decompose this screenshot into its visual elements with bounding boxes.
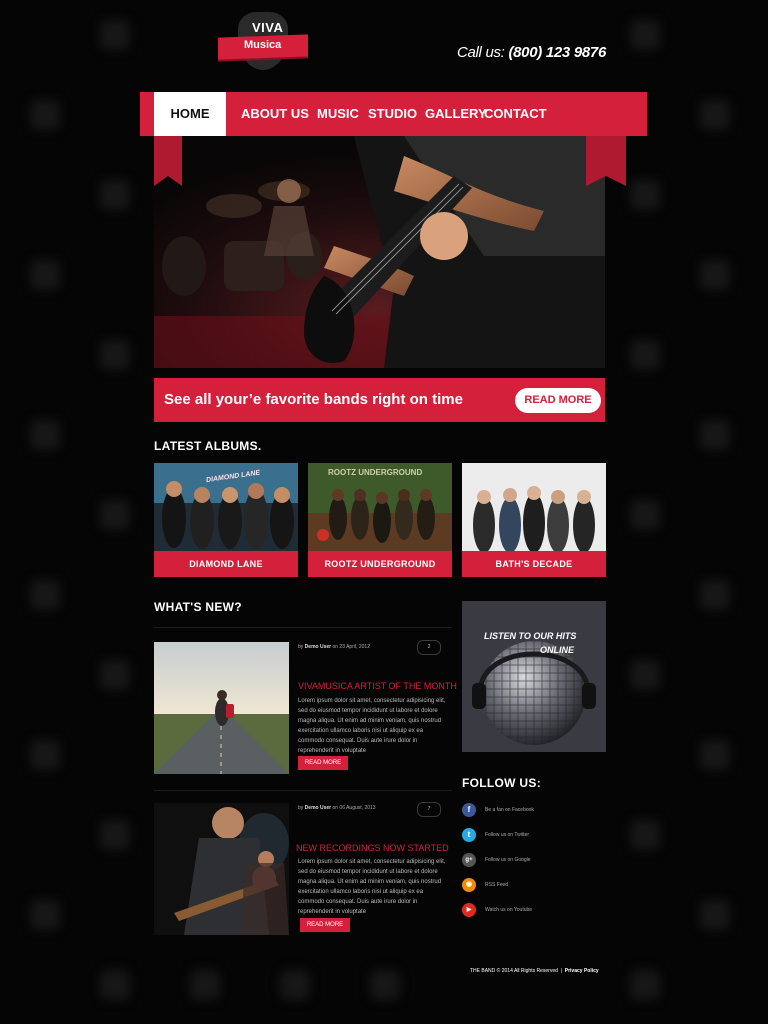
- section-divider: [154, 790, 452, 791]
- widget-title-line1: LISTEN TO OUR HITS: [484, 631, 577, 641]
- site-logo[interactable]: VIVA Musica: [218, 12, 310, 70]
- post-read-more-button[interactable]: READ MORE: [300, 918, 350, 932]
- nav-studio[interactable]: STUDIO: [368, 92, 417, 136]
- phone-number[interactable]: (800) 123 9876: [508, 44, 606, 61]
- album-photo-text-rootz-underground: ROOTZ UNDERGROUND: [328, 468, 422, 477]
- post-author[interactable]: Demo User: [305, 805, 331, 811]
- album-title: ROOTZ UNDERGROUND: [308, 551, 452, 577]
- nav-ribbon-tail-left: [154, 136, 182, 186]
- copyright-text: THE BAND © 2014 All Rights Reserved: [470, 968, 558, 974]
- disco-ball-image: [472, 641, 596, 745]
- nav-gallery[interactable]: GALLERY: [425, 92, 487, 136]
- album-card-diamond-lane[interactable]: DIAMOND LANE DIAMOND LANE: [154, 463, 298, 577]
- nav-about-us[interactable]: ABOUT US: [241, 92, 309, 136]
- promo-banner: See all your’e favorite bands right on t…: [154, 378, 605, 422]
- footer: THE BAND © 2014 All Rights Reserved | Pr…: [470, 968, 599, 974]
- album-card-baths-decade[interactable]: BATH'S DECADE: [462, 463, 606, 577]
- album-photo-diamond-lane: DIAMOND LANE: [154, 463, 298, 551]
- twitter-icon: t: [462, 828, 476, 842]
- post-meta: by Demo User on 23 April, 2012: [298, 644, 370, 650]
- nav-music[interactable]: MUSIC: [317, 92, 359, 136]
- nav-ribbon-tail-right: [586, 136, 626, 186]
- nav-home[interactable]: HOME: [154, 92, 226, 136]
- promo-text: See all your’e favorite bands right on t…: [164, 391, 463, 408]
- album-photo-baths-decade: [462, 463, 606, 551]
- logo-text-musica: Musica: [244, 39, 282, 51]
- post-date: on 23 April, 2012: [332, 644, 370, 650]
- album-photo-rootz-underground: ROOTZ UNDERGROUND: [308, 463, 452, 551]
- footer-separator: |: [560, 968, 562, 974]
- latest-albums-heading: LATEST ALBUMS.: [154, 439, 262, 453]
- phone-contact: Call us: (800) 123 9876: [457, 44, 606, 61]
- post-meta: by Demo User on 06 August, 2013: [298, 805, 376, 811]
- post-title[interactable]: NEW RECORDINGS NOW STARTED: [296, 843, 449, 853]
- youtube-icon: ▶: [462, 903, 476, 917]
- privacy-policy-link[interactable]: Privacy Policy: [565, 968, 599, 974]
- post-author[interactable]: Demo User: [305, 644, 331, 650]
- main-navigation: HOME ABOUT US MUSIC STUDIO GALLERY CONTA…: [140, 92, 647, 136]
- logo-text-viva: VIVA: [252, 20, 284, 35]
- album-title: DIAMOND LANE: [154, 551, 298, 577]
- post-image-road[interactable]: [154, 642, 289, 774]
- follow-label: Watch us on Youtube: [485, 907, 533, 913]
- follow-label: Follow us on Google: [485, 857, 531, 863]
- album-title: BATH'S DECADE: [462, 551, 606, 577]
- album-card-rootz-underground[interactable]: ROOTZ UNDERGROUND ROOTZ UNDERGROUND: [308, 463, 452, 577]
- nav-contact[interactable]: CONTACT: [484, 92, 547, 136]
- comment-count-badge[interactable]: 2: [417, 640, 441, 655]
- post-title[interactable]: VIVAMUSICA ARTIST OF THE MONTH: [298, 681, 457, 691]
- comment-count-badge[interactable]: 7: [417, 802, 441, 817]
- post-date: on 06 August, 2013: [332, 805, 376, 811]
- section-divider: [154, 627, 452, 628]
- facebook-icon: f: [462, 803, 476, 817]
- widget-title-line2: ONLINE: [540, 645, 575, 655]
- post-image-guitarist[interactable]: [154, 803, 289, 935]
- follow-label: Be a fan on Facebook: [485, 807, 534, 813]
- follow-label: Follow us on Twitter: [485, 832, 530, 838]
- promo-read-more-button[interactable]: READ MORE: [515, 388, 601, 413]
- post-excerpt: Lorem ipsum dolor sit amet, consectetur …: [298, 698, 446, 754]
- listen-online-widget[interactable]: LISTEN TO OUR HITS ONLINE: [462, 601, 606, 752]
- follow-label: RSS Feed: [485, 882, 509, 888]
- hero-concert-image: [154, 136, 605, 368]
- google-plus-icon: g+: [462, 853, 476, 867]
- phone-prefix: Call us:: [456, 44, 505, 61]
- post-excerpt: Lorem ipsum dolor sit amet, consectetur …: [298, 859, 446, 915]
- post-read-more-button[interactable]: READ MORE: [298, 756, 348, 770]
- follow-us-heading: FOLLOW US:: [462, 776, 541, 790]
- rss-icon: ◉: [462, 878, 476, 892]
- whats-new-heading: WHAT'S NEW?: [154, 600, 242, 614]
